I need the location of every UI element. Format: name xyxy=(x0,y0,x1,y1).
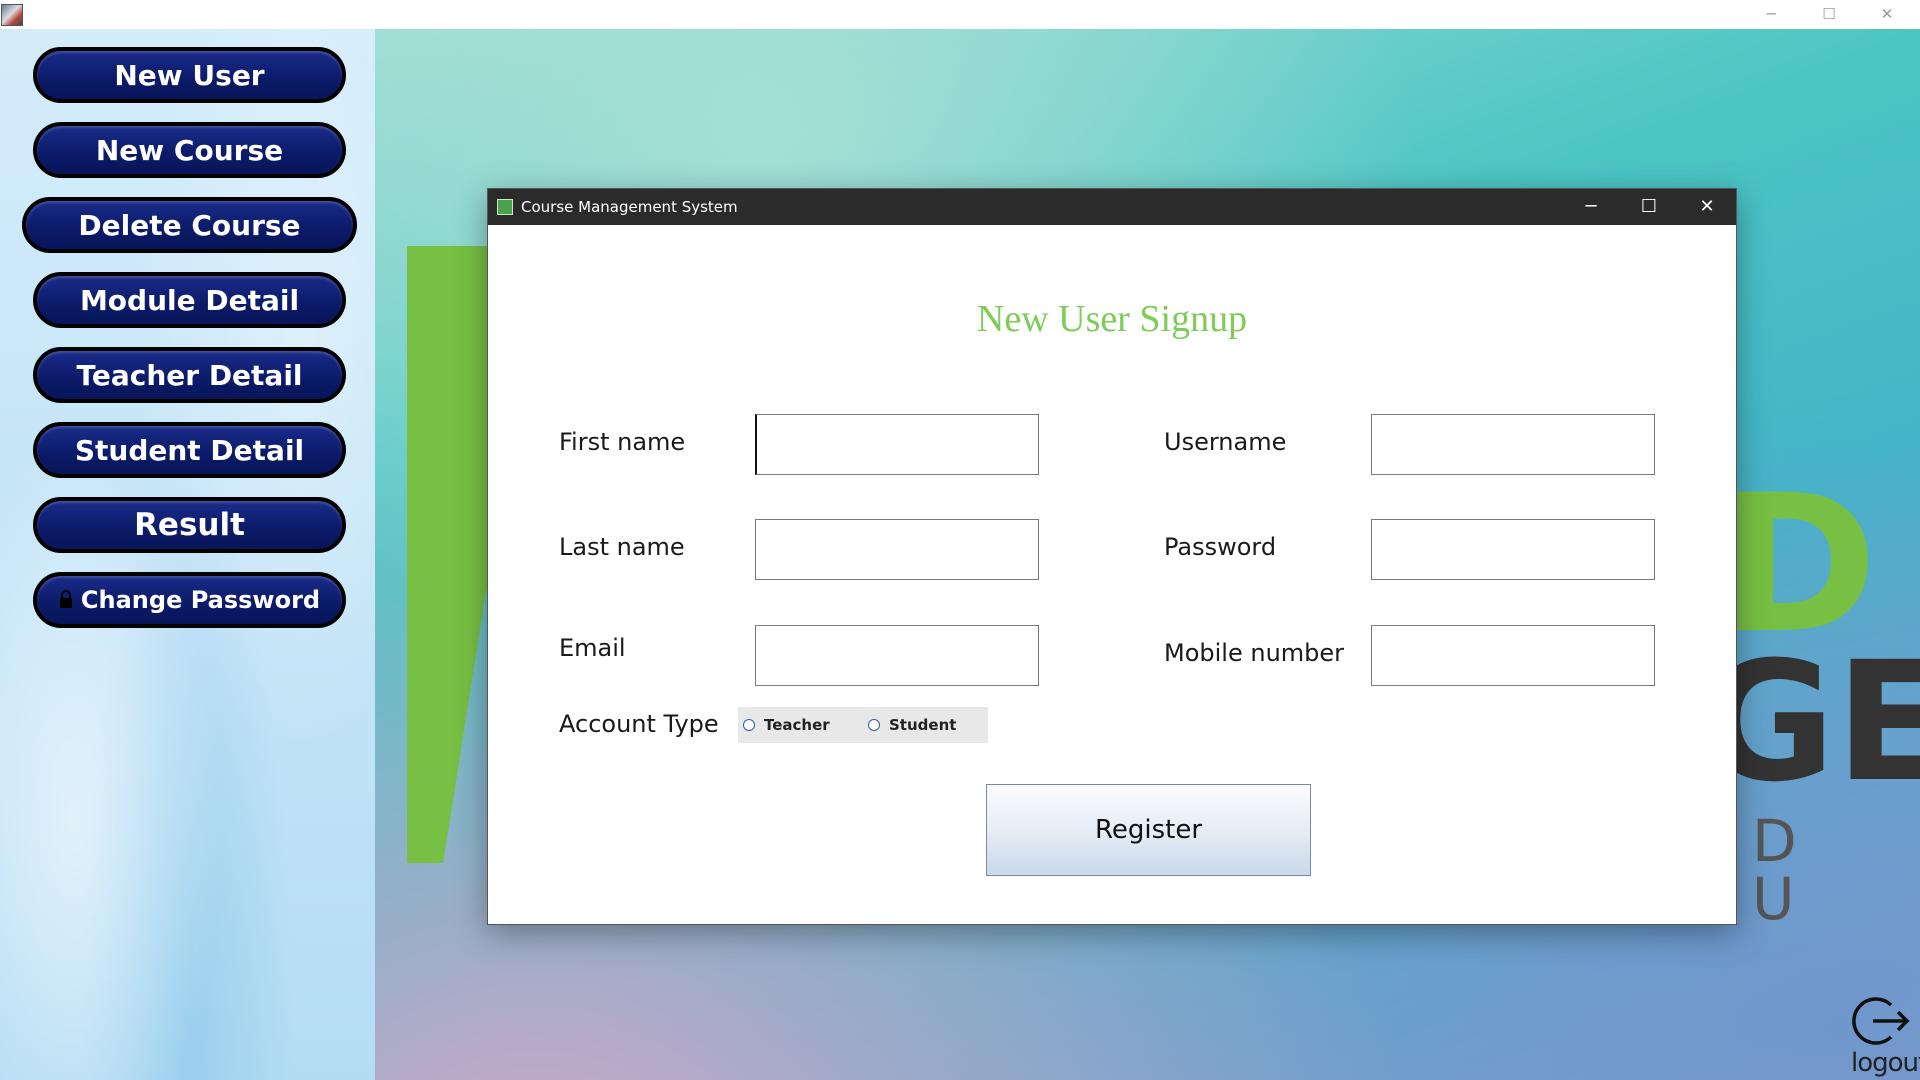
result-button[interactable]: Result xyxy=(33,497,346,553)
account-type-label: Account Type xyxy=(559,710,719,738)
sidebar: New User New Course Delete Course Module… xyxy=(0,29,375,1080)
first-name-input[interactable] xyxy=(755,414,1039,475)
email-label: Email xyxy=(559,634,626,662)
minimize-button[interactable]: ─ xyxy=(1748,2,1794,26)
student-detail-button[interactable]: Student Detail xyxy=(33,422,346,478)
dialog-maximize-button[interactable]: ☐ xyxy=(1620,189,1678,225)
student-radio-label: Student xyxy=(889,716,957,734)
new-user-label: New User xyxy=(114,58,265,92)
mobile-number-label: Mobile number xyxy=(1164,639,1345,667)
module-detail-button[interactable]: Module Detail xyxy=(33,272,346,328)
student-radio[interactable]: Student xyxy=(868,707,956,743)
teacher-detail-label: Teacher Detail xyxy=(76,358,303,392)
close-button[interactable]: ✕ xyxy=(1864,2,1910,26)
dialog-minimize-button[interactable]: ─ xyxy=(1562,189,1620,225)
logout-label[interactable]: logout xyxy=(1851,1048,1920,1078)
last-name-label: Last name xyxy=(559,533,685,561)
delete-course-label: Delete Course xyxy=(78,208,301,242)
new-course-button[interactable]: New Course xyxy=(33,122,346,178)
radio-circle-icon xyxy=(868,719,880,731)
logo-letters-du: D U xyxy=(1752,807,1835,933)
register-button[interactable]: Register xyxy=(986,784,1311,876)
student-detail-label: Student Detail xyxy=(74,433,305,467)
last-name-input[interactable] xyxy=(755,519,1039,580)
password-label: Password xyxy=(1164,533,1277,561)
account-type-radio-group: Teacher Student xyxy=(738,707,988,743)
main-titlebar: ─ ☐ ✕ xyxy=(0,0,1920,29)
logout-icon[interactable] xyxy=(1851,993,1911,1049)
username-label: Username xyxy=(1164,428,1287,456)
result-label: Result xyxy=(134,507,245,543)
first-name-label: First name xyxy=(559,428,686,456)
teacher-detail-button[interactable]: Teacher Detail xyxy=(33,347,346,403)
radio-circle-icon xyxy=(743,719,755,731)
form-heading: New User Signup xyxy=(976,298,1248,340)
email-input[interactable] xyxy=(755,625,1039,686)
teacher-radio[interactable]: Teacher xyxy=(743,707,830,743)
signup-dialog: Course Management System ─ ☐ ✕ New User … xyxy=(487,188,1737,925)
change-password-label: Change Password xyxy=(80,586,321,614)
app-icon xyxy=(1,4,23,26)
password-input[interactable] xyxy=(1371,519,1655,580)
lock-icon xyxy=(59,590,72,608)
dialog-app-icon xyxy=(497,199,513,215)
username-input[interactable] xyxy=(1371,414,1655,475)
new-user-button[interactable]: New User xyxy=(33,47,346,103)
module-detail-label: Module Detail xyxy=(79,283,300,317)
register-button-label: Register xyxy=(1094,815,1203,845)
mobile-number-input[interactable] xyxy=(1371,625,1655,686)
dialog-title: Course Management System xyxy=(521,198,738,216)
dialog-close-button[interactable]: ✕ xyxy=(1678,189,1736,225)
teacher-radio-label: Teacher xyxy=(764,716,830,734)
delete-course-button[interactable]: Delete Course xyxy=(22,197,357,253)
dialog-titlebar: Course Management System ─ ☐ ✕ xyxy=(488,189,1736,225)
new-course-label: New Course xyxy=(95,133,284,167)
maximize-button[interactable]: ☐ xyxy=(1806,2,1852,26)
change-password-button[interactable]: Change Password xyxy=(33,572,346,628)
